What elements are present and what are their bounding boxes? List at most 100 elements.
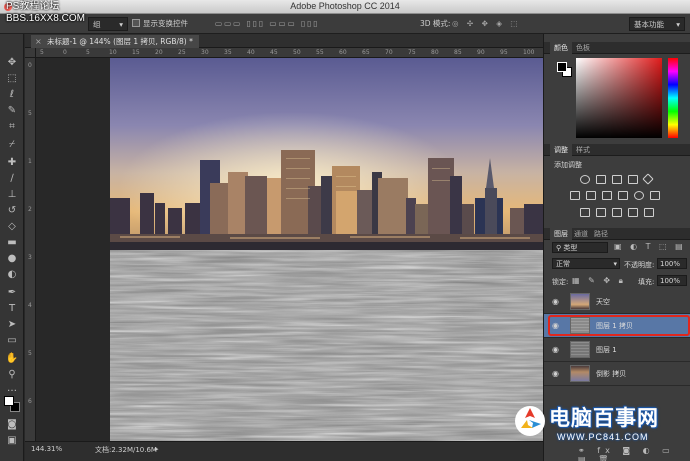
ruler-tick-label: 100 [523, 49, 535, 56]
fill-label: 填充: [638, 278, 655, 286]
marquee-tool-icon[interactable]: ⬚ [3, 72, 21, 86]
threshold-icon[interactable] [612, 208, 622, 217]
tab-paths[interactable]: 路径 [590, 228, 612, 240]
visibility-eye-icon[interactable]: ◉ [552, 297, 562, 306]
ruler-tick-label: 65 [362, 49, 370, 56]
chevron-down-icon: ▾ [613, 260, 617, 268]
levels-icon[interactable] [596, 175, 606, 184]
zoom-tool-icon[interactable]: ⚲ [3, 368, 21, 382]
checkbox-icon [132, 19, 140, 27]
hand-tool-icon[interactable]: ✋ [3, 352, 21, 366]
zoom-level[interactable]: 144.31% [31, 445, 62, 453]
color-panel-tabs: 颜色 色板 [544, 42, 690, 54]
healing-brush-tool-icon[interactable]: ✚ [3, 156, 21, 170]
foreground-color-swatch[interactable] [4, 396, 14, 406]
water-texture-layer[interactable] [110, 250, 543, 441]
ruler-tick-label: 2 [28, 206, 32, 213]
tab-adjustments[interactable]: 调整 [550, 144, 572, 156]
close-icon[interactable]: × [35, 35, 42, 48]
dodge-tool-icon[interactable]: ◐ [3, 268, 21, 282]
ruler-tick-label: 0 [63, 49, 67, 56]
invert-icon[interactable] [580, 208, 590, 217]
fill-input[interactable]: 100% [657, 275, 687, 286]
tab-styles[interactable]: 样式 [572, 144, 594, 156]
color-lookup-icon[interactable] [650, 191, 660, 200]
history-brush-tool-icon[interactable]: ↺ [3, 204, 21, 218]
foreground-swatch-mini[interactable] [557, 62, 567, 72]
visibility-eye-icon[interactable]: ◉ [552, 369, 562, 378]
tab-swatches[interactable]: 色板 [572, 42, 594, 54]
color-balance-icon[interactable] [586, 191, 596, 200]
quick-mask-icon[interactable]: ◙ [3, 418, 21, 432]
mode-3d-icons[interactable]: ◎ ✣ ✥ ◈ ⬚ [452, 17, 521, 31]
status-bar: 144.31% 文档:2.32M/10.6M ▸ [25, 441, 543, 461]
hue-slider[interactable] [668, 58, 678, 138]
water-texture-image [110, 250, 543, 441]
layer-filter-icons[interactable]: ▣ ◐ T ⬚ ▤ [614, 242, 686, 251]
auto-select-dropdown[interactable]: 组 ▾ [88, 17, 128, 31]
type-tool-icon[interactable]: T [3, 302, 21, 316]
color-picker-field[interactable] [576, 58, 662, 138]
layer-thumbnail [570, 293, 590, 310]
clone-stamp-tool-icon[interactable]: ⊥ [3, 188, 21, 202]
ruler-tick-label: 50 [293, 49, 301, 56]
black-white-icon[interactable] [602, 191, 612, 200]
exposure-icon[interactable] [628, 175, 638, 184]
ruler-tick-label: 20 [155, 49, 163, 56]
document-tab-label: 未标题-1 @ 144% (图层 1 拷贝, RGB/8) * [47, 37, 193, 46]
photo-filter-icon[interactable] [618, 191, 628, 200]
gradient-map-icon[interactable] [628, 208, 638, 217]
forum-watermark: PS教程论坛 BBS.16XX8.COM [6, 1, 85, 25]
eraser-tool-icon[interactable]: ◇ [3, 220, 21, 234]
ruler-origin[interactable] [25, 48, 36, 58]
lasso-tool-icon[interactable]: ℓ [3, 88, 21, 102]
shape-tool-icon[interactable]: ▭ [3, 334, 21, 348]
blend-mode-dropdown[interactable]: 正常 ▾ [552, 258, 620, 269]
lock-icons[interactable]: ▦ ✎ ✥ 🔒︎ [572, 276, 626, 286]
ruler-tick-label: 15 [132, 49, 140, 56]
show-transform-checkbox[interactable]: 显示变换控件 [132, 17, 188, 31]
opacity-input[interactable]: 100% [657, 258, 687, 269]
crop-tool-icon[interactable]: ⌗ [3, 120, 21, 134]
layer-row-reflection-copy[interactable]: ◉ 倒影 拷贝 [544, 362, 690, 386]
tab-color[interactable]: 颜色 [550, 42, 572, 54]
visibility-eye-icon[interactable]: ◉ [552, 345, 562, 354]
document-tab-bar: × 未标题-1 @ 144% (图层 1 拷贝, RGB/8) * [25, 34, 543, 48]
layer-row-layer1[interactable]: ◉ 图层 1 [544, 338, 690, 362]
tab-layers[interactable]: 图层 [550, 228, 572, 240]
posterize-icon[interactable] [596, 208, 606, 217]
brightness-icon[interactable] [580, 175, 590, 184]
vibrance-icon[interactable] [642, 173, 654, 185]
skyline-photo-layer[interactable] [110, 58, 543, 250]
gradient-tool-icon[interactable]: ▬ [3, 236, 21, 250]
brush-tool-icon[interactable]: ∕ [3, 172, 21, 186]
blend-mode-value: 正常 [556, 260, 570, 268]
brand-logo-icon [515, 406, 545, 436]
ruler-tick-label: 25 [178, 49, 186, 56]
workspace-dropdown[interactable]: 基本功能 ▾ [629, 17, 685, 31]
top-ruler[interactable]: 5 0 5 10 15 20 25 30 35 40 45 50 55 60 65 70 75 80 85 90 95 1… [36, 48, 543, 58]
curves-icon[interactable] [612, 175, 622, 184]
layer-filter-dropdown[interactable]: ⚲ 类型 [552, 242, 608, 253]
add-adjustment-heading: 添加调整 [554, 161, 582, 169]
tab-channels[interactable]: 通道 [570, 228, 592, 240]
screen-mode-icon[interactable]: ▣ [3, 434, 21, 448]
blur-tool-icon[interactable]: ● [3, 252, 21, 266]
pen-tool-icon[interactable]: ✒ [3, 286, 21, 300]
eyedropper-tool-icon[interactable]: ⌿ [3, 138, 21, 152]
more-tools-icon[interactable]: … [3, 382, 21, 396]
path-select-tool-icon[interactable]: ➤ [3, 318, 21, 332]
layers-panel-tabs: 图层 通道 路径 [544, 228, 690, 240]
hue-saturation-icon[interactable] [570, 191, 580, 200]
document-tab[interactable]: × 未标题-1 @ 144% (图层 1 拷贝, RGB/8) * [31, 35, 199, 48]
layer-row-sky[interactable]: ◉ 天空 [544, 290, 690, 314]
channel-mixer-icon[interactable] [634, 191, 644, 200]
align-icons[interactable]: ▭▭▭ ▯▯▯ ▭▭▭ ▯▯▯ [215, 17, 319, 31]
selective-color-icon[interactable] [644, 208, 654, 217]
quick-select-tool-icon[interactable]: ✎ [3, 104, 21, 118]
move-tool-icon[interactable]: ✥ [3, 56, 21, 70]
left-ruler[interactable]: 0 5 1 2 3 4 5 6 [25, 58, 36, 441]
ruler-tick-label: 4 [28, 302, 32, 309]
status-menu-arrow-icon[interactable]: ▸ [155, 445, 159, 453]
document-size[interactable]: 文档:2.32M/10.6M [95, 445, 157, 455]
